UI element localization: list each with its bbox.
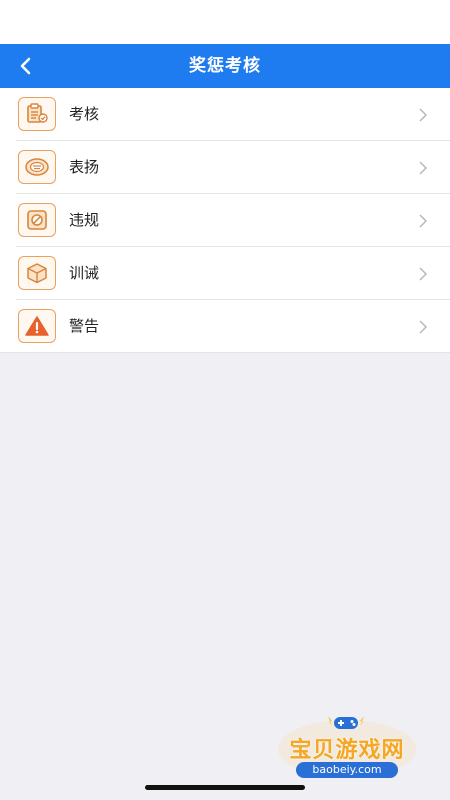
home-indicator bbox=[145, 785, 305, 790]
chevron-right-icon bbox=[419, 320, 428, 334]
menu-list: 考核 表扬 违规 训诫 警告 bbox=[0, 88, 450, 353]
gamepad-icon bbox=[328, 716, 364, 729]
menu-item-violation[interactable]: 违规 bbox=[0, 194, 450, 247]
menu-item-assessment[interactable]: 考核 bbox=[0, 88, 450, 141]
box-icon bbox=[18, 256, 56, 290]
navigation-bar: 奖惩考核 bbox=[0, 44, 450, 88]
status-bar bbox=[0, 0, 450, 44]
chevron-right-icon bbox=[419, 161, 428, 175]
watermark-text: 宝贝游戏网 bbox=[289, 738, 405, 763]
prohibited-icon bbox=[18, 203, 56, 237]
warning-triangle-icon bbox=[18, 309, 56, 343]
menu-item-label: 表扬 bbox=[69, 158, 100, 176]
chevron-right-icon bbox=[419, 214, 428, 228]
praise-badge-icon bbox=[18, 150, 56, 184]
menu-item-label: 警告 bbox=[69, 317, 100, 335]
watermark-url: baobeiy.com bbox=[296, 762, 398, 778]
menu-item-warning[interactable]: 警告 bbox=[0, 300, 450, 353]
menu-item-admonition[interactable]: 训诫 bbox=[0, 247, 450, 300]
chevron-right-icon bbox=[419, 267, 428, 281]
clipboard-check-icon bbox=[18, 97, 56, 131]
page-title: 奖惩考核 bbox=[189, 56, 261, 76]
watermark: 宝贝游戏网 baobeiy.com bbox=[272, 714, 422, 778]
menu-item-label: 考核 bbox=[69, 105, 100, 123]
menu-item-praise[interactable]: 表扬 bbox=[0, 141, 450, 194]
menu-item-label: 训诫 bbox=[69, 264, 100, 282]
menu-item-label: 违规 bbox=[69, 211, 100, 229]
chevron-right-icon bbox=[419, 108, 428, 122]
